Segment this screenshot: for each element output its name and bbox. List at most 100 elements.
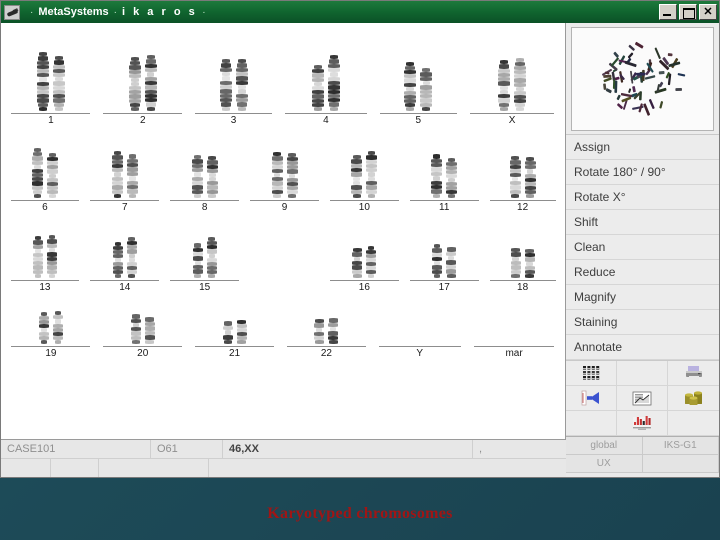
karyogram-cell-12[interactable]: 12: [484, 127, 561, 214]
chromosome[interactable]: [498, 60, 511, 112]
karyogram-cell-Y[interactable]: Y: [372, 294, 467, 360]
karyogram-cell-20[interactable]: 20: [97, 294, 189, 360]
chromosome[interactable]: [352, 248, 363, 279]
status-extra-field[interactable]: ,: [473, 440, 566, 459]
chromosome[interactable]: [420, 68, 433, 112]
title-bar[interactable]: · MetaSystems · i k a r o s · ✕: [1, 1, 719, 23]
chromosome[interactable]: [111, 151, 123, 199]
chromosome[interactable]: [311, 65, 324, 112]
karyogram-cell-1[interactable]: 1: [5, 29, 97, 127]
chromosome[interactable]: [191, 155, 203, 199]
chromosome[interactable]: [144, 317, 155, 345]
chromosome[interactable]: [509, 156, 521, 199]
chromosome[interactable]: [126, 154, 138, 199]
chromosome[interactable]: [36, 52, 49, 111]
chromosome[interactable]: [366, 151, 378, 199]
metaphase-spread-thumbnail[interactable]: [571, 27, 714, 131]
karyogram-cell-21[interactable]: 21: [189, 294, 281, 360]
chromosome[interactable]: [431, 154, 443, 199]
chromosome[interactable]: [314, 319, 325, 345]
karyogram-cell-empty[interactable]: [245, 214, 325, 294]
chromosome[interactable]: [366, 246, 377, 279]
karyogram-cell-15[interactable]: 15: [165, 214, 245, 294]
karyogram-cell-8[interactable]: 8: [165, 127, 245, 214]
chromosome[interactable]: [524, 157, 536, 199]
chromosome[interactable]: [219, 59, 232, 112]
karyogram-cell-18[interactable]: 18: [484, 214, 561, 294]
chromosome[interactable]: [206, 237, 217, 279]
tool-menu-item-magnify[interactable]: Magnify: [566, 285, 719, 310]
chromosome[interactable]: [510, 248, 521, 279]
karyogram-cell-4[interactable]: 4: [279, 29, 374, 127]
chromosome[interactable]: [130, 314, 141, 345]
tool-menu-item-staining[interactable]: Staining: [566, 310, 719, 335]
database-icon[interactable]: [668, 386, 719, 411]
chromosome[interactable]: [286, 153, 298, 199]
karyogram-workspace[interactable]: 12345X 6 7 8 9 10 11 12 13 14 15 16 17 18 19 20 21 22 Y…: [1, 23, 566, 439]
maximize-button[interactable]: [679, 4, 697, 20]
karyogram-cell-label: 22: [320, 348, 332, 359]
karyogram-cell-9[interactable]: 9: [245, 127, 325, 214]
chromosome[interactable]: [351, 155, 363, 199]
chromosome[interactable]: [112, 242, 123, 279]
chromosome[interactable]: [235, 59, 248, 112]
chromosome[interactable]: [446, 247, 457, 279]
chromosome[interactable]: [222, 321, 233, 345]
chromosome[interactable]: [128, 57, 141, 111]
chromosome[interactable]: [524, 249, 535, 279]
tool-menu-item-clean[interactable]: Clean: [566, 235, 719, 260]
karyogram-cell-22[interactable]: 22: [280, 294, 372, 360]
chromosome-profile-icon[interactable]: [617, 411, 668, 436]
metaphase-chromosome: [611, 57, 619, 67]
karyogram-cell-3[interactable]: 3: [189, 29, 279, 127]
chromosome[interactable]: [52, 311, 63, 345]
status-case-id[interactable]: CASE101: [1, 439, 151, 459]
status-slide-id[interactable]: O61: [151, 439, 223, 459]
karyogram-cell-6[interactable]: 6: [5, 127, 85, 214]
chromosome[interactable]: [32, 236, 43, 279]
karyogram-cell-7[interactable]: 7: [85, 127, 165, 214]
karyogram-cell-5[interactable]: 5: [373, 29, 463, 127]
chromosome[interactable]: [31, 148, 43, 199]
chromosome[interactable]: [126, 237, 137, 279]
minimize-button[interactable]: [659, 4, 677, 20]
chromosome[interactable]: [46, 235, 57, 279]
chromosome[interactable]: [327, 55, 340, 111]
karyogram-cell-11[interactable]: 11: [404, 127, 484, 214]
chromosome[interactable]: [271, 152, 283, 199]
close-button[interactable]: ✕: [699, 4, 717, 20]
karyogram-grid-icon[interactable]: [566, 361, 617, 386]
chromosome[interactable]: [144, 55, 157, 111]
karyogram-cell-mar[interactable]: mar: [467, 294, 561, 360]
chromosome[interactable]: [206, 156, 218, 199]
karyogram-cell-14[interactable]: 14: [85, 214, 165, 294]
metaphase-chromosome: [603, 77, 612, 83]
chromosome[interactable]: [38, 312, 49, 345]
karyogram-cell-10[interactable]: 10: [324, 127, 404, 214]
report-document-icon[interactable]: [617, 386, 668, 411]
move-left-arrow-icon[interactable]: [566, 386, 617, 411]
karyogram-cell-17[interactable]: 17: [404, 214, 484, 294]
printer-icon[interactable]: [668, 361, 719, 386]
karyogram-cell-19[interactable]: 19: [5, 294, 97, 360]
tool-menu-item-reduce[interactable]: Reduce: [566, 260, 719, 285]
karyogram-cell-13[interactable]: 13: [5, 214, 85, 294]
chromosome[interactable]: [446, 158, 458, 199]
tool-menu-item-annotate[interactable]: Annotate: [566, 335, 719, 360]
karyogram-cell-X[interactable]: X: [463, 29, 561, 127]
chromosome[interactable]: [52, 56, 65, 111]
tool-menu-item-rotate-x[interactable]: Rotate X°: [566, 185, 719, 210]
chromosome[interactable]: [46, 153, 58, 199]
chromosome[interactable]: [192, 243, 203, 279]
tool-menu-item-assign[interactable]: Assign: [566, 135, 719, 160]
chromosome[interactable]: [404, 62, 417, 112]
status-karyotype-formula[interactable]: 46,XX: [223, 439, 473, 459]
chromosome[interactable]: [236, 320, 247, 345]
chromosome[interactable]: [328, 318, 339, 345]
tool-menu-item-shift[interactable]: Shift: [566, 210, 719, 235]
chromosome[interactable]: [514, 58, 527, 111]
karyogram-cell-16[interactable]: 16: [324, 214, 404, 294]
karyogram-cell-2[interactable]: 2: [97, 29, 189, 127]
tool-menu-item-rotate-180-90[interactable]: Rotate 180° / 90°: [566, 160, 719, 185]
chromosome[interactable]: [432, 244, 443, 279]
